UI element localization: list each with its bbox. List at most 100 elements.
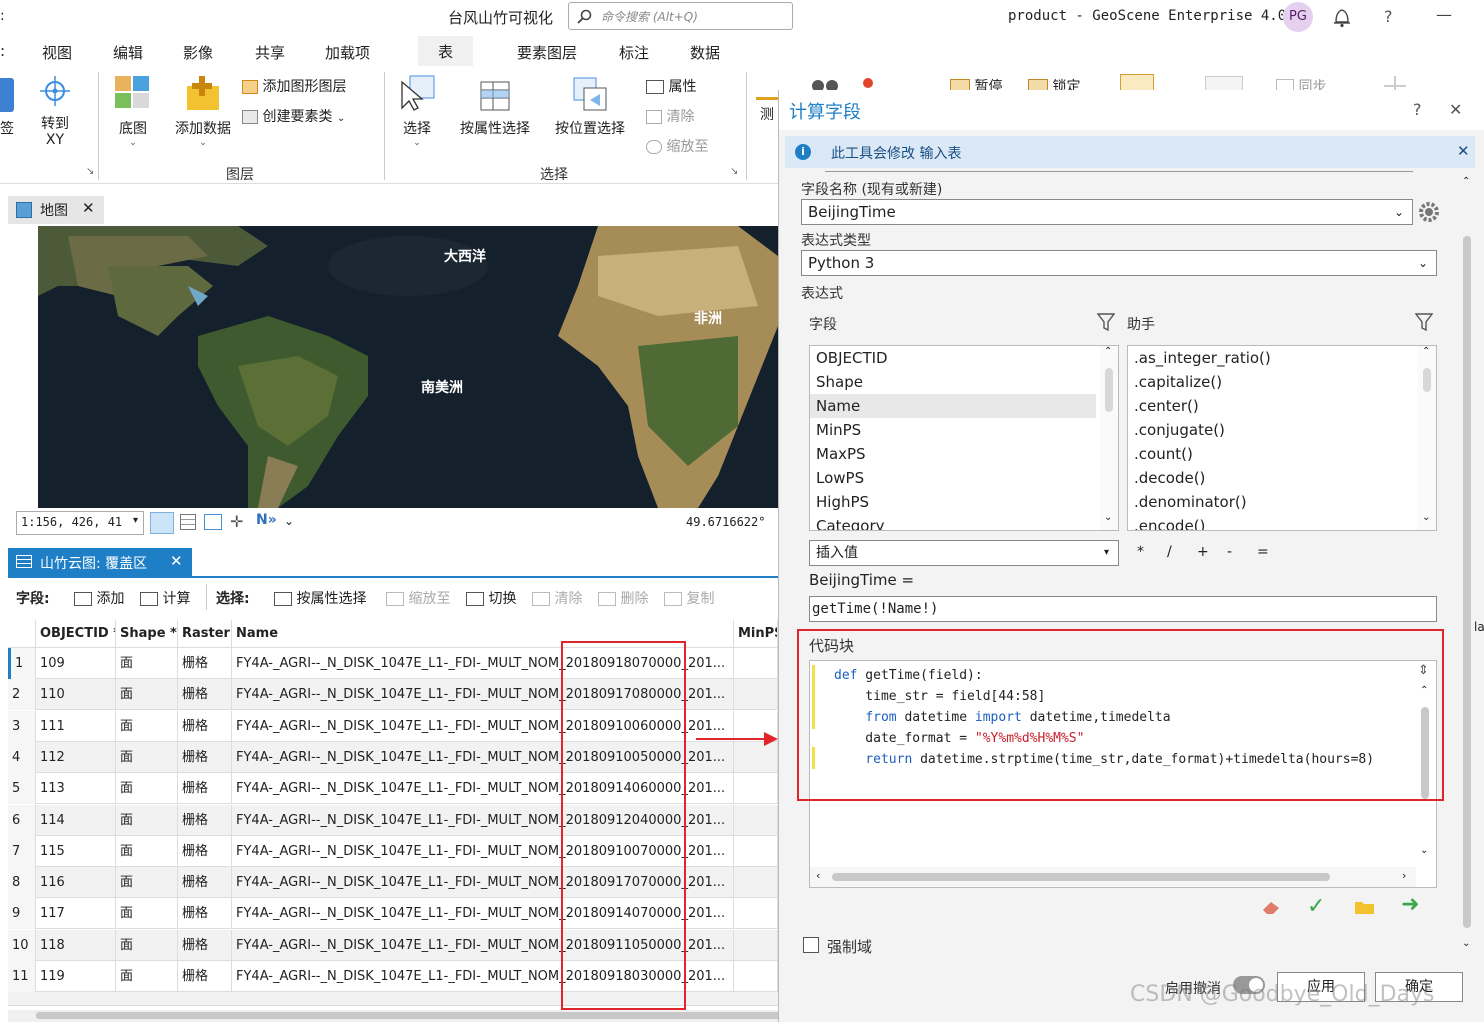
list-item-selected[interactable]: Name [810,394,1096,418]
table-clear-button[interactable]: 清除 [532,588,582,608]
tab-feature-layer[interactable]: 要素图层 [517,42,577,63]
pane-vscrollbar[interactable]: ⌃ ⌄ [1459,176,1475,956]
pane-close-button[interactable]: ✕ [1449,100,1462,119]
list-item[interactable]: .count() [1128,442,1436,466]
cell-shape[interactable]: 面 [116,648,178,679]
row-number[interactable]: 1 [8,648,36,679]
list-item[interactable]: .conjugate() [1128,418,1436,442]
cell-shape[interactable]: 面 [116,773,178,805]
cell-minps[interactable] [734,867,778,899]
cell-objectid[interactable]: 109 [36,648,116,679]
operator-minus[interactable]: - [1227,544,1232,560]
chevron-up-icon[interactable]: ⌃ [1462,176,1470,187]
clear-button[interactable]: 清除 [646,106,694,126]
table-zoom-to-button[interactable]: 缩放至 [386,588,450,608]
north-arrow-icon[interactable]: N» [256,512,277,528]
operator-plus[interactable]: + [1197,544,1209,560]
chevron-down-icon[interactable]: ⌄ [284,514,294,528]
filter-icon[interactable] [1415,312,1433,332]
row-number[interactable]: 9 [8,898,36,930]
row-number[interactable]: 3 [8,710,36,742]
helpers-list[interactable]: .as_integer_ratio() .capitalize() .cente… [1127,345,1437,531]
cell-objectid[interactable]: 111 [36,710,116,742]
row-number[interactable]: 10 [8,929,36,961]
help-button[interactable]: ? [1384,7,1393,26]
add-field-button[interactable]: 添加 [74,588,124,608]
col-minps[interactable]: MinPS [734,620,778,648]
tab-table[interactable]: 表 [418,36,474,67]
cell-shape[interactable]: 面 [116,867,178,899]
cell-minps[interactable] [734,835,778,867]
zoom-to-button[interactable]: 缩放至 [646,136,708,156]
list-item[interactable]: .decode() [1128,466,1436,490]
list-item[interactable]: .capitalize() [1128,370,1436,394]
field-name-combobox[interactable]: BeijingTime ⌄ [801,199,1413,225]
map-tab[interactable]: 地图 ✕ [8,196,104,224]
chevron-down-icon[interactable]: ⌄ [1462,938,1470,949]
select-by-attributes-button[interactable]: 按属性选择 [455,74,535,138]
fields-scrollbar[interactable]: ⌃ ⌄ [1100,346,1118,530]
minimize-button[interactable]: — [1436,5,1452,24]
enforce-domains-checkbox[interactable] [803,937,819,953]
list-item[interactable]: .as_integer_ratio() [1128,346,1436,370]
chevron-right-icon[interactable]: › [1402,869,1406,882]
cell-objectid[interactable]: 119 [36,961,116,992]
list-item[interactable]: LowPS [810,466,1118,490]
basemap-button[interactable]: 底图 ⌄ [108,74,158,148]
code-hscrollbar[interactable]: ‹ › [810,867,1416,887]
cell-shape[interactable]: 面 [116,741,178,773]
verify-checkmark-icon[interactable]: ✓ [1307,894,1325,919]
tab-data[interactable]: 数据 [690,42,720,63]
dialog-launcher-icon[interactable]: ↘ [730,166,738,177]
col-objectid[interactable]: OBJECTID * [36,620,116,648]
cell-minps[interactable] [734,679,778,711]
cell-minps[interactable] [734,648,778,679]
add-graphics-layer-button[interactable]: 添加图形图层 [242,76,346,96]
chevron-down-icon[interactable]: ⌄ [1420,845,1428,856]
tab-edit[interactable]: 编辑 [113,42,143,63]
eraser-icon[interactable] [1261,898,1281,916]
list-item[interactable]: Shape [810,370,1118,394]
list-item[interactable]: Category [810,514,1118,530]
gear-icon[interactable] [1417,200,1441,224]
tab-labeling[interactable]: 标注 [619,42,649,63]
switch-selection-button[interactable]: 切换 [466,588,516,608]
chevron-up-icon[interactable]: ⌃ [1104,346,1112,357]
fields-list[interactable]: OBJECTID Shape Name MinPS MaxPS LowPS Hi… [809,345,1119,531]
cell-raster[interactable]: 栅格 [178,898,232,930]
list-item[interactable]: MaxPS [810,442,1118,466]
operator-equals[interactable]: = [1257,544,1269,560]
cell-objectid[interactable]: 115 [36,835,116,867]
pane-help-button[interactable]: ? [1413,100,1422,119]
list-item[interactable]: HighPS [810,490,1118,514]
attribute-table-tab[interactable]: 山竹云图: 覆盖区 ✕ [8,548,192,576]
goto-xy-button[interactable]: 转到 XY [28,74,82,148]
notification-bell-icon[interactable] [1332,6,1352,28]
cell-minps[interactable] [734,773,778,805]
table-hscrollbar[interactable] [8,1010,791,1022]
cell-minps[interactable] [734,961,778,992]
map-view[interactable]: 大西洋 非洲 南美洲 [38,226,778,508]
cell-raster[interactable]: 栅格 [178,679,232,711]
cell-shape[interactable]: 面 [116,710,178,742]
cell-objectid[interactable]: 117 [36,898,116,930]
tab-share[interactable]: 共享 [255,42,285,63]
row-number[interactable]: 7 [8,835,36,867]
cell-raster[interactable]: 栅格 [178,929,232,961]
cell-shape[interactable]: 面 [116,835,178,867]
cell-objectid[interactable]: 110 [36,679,116,711]
cell-raster[interactable]: 栅格 [178,804,232,836]
col-shape[interactable]: Shape * [116,620,178,648]
snapping-icon[interactable] [204,514,222,530]
dialog-launcher-icon[interactable]: ↘ [86,166,94,177]
insert-value-combobox[interactable]: 插入值 ▾ [809,540,1119,566]
row-header-corner[interactable] [8,620,36,648]
row-number[interactable]: 5 [8,773,36,805]
row-number[interactable]: 11 [8,961,36,992]
col-raster[interactable]: Raster [178,620,232,648]
cell-raster[interactable]: 栅格 [178,773,232,805]
list-item[interactable]: .center() [1128,394,1436,418]
list-item[interactable]: .denominator() [1128,490,1436,514]
chevron-left-icon[interactable]: ‹ [816,869,820,882]
expression-type-combobox[interactable]: Python 3 ⌄ [801,250,1437,276]
